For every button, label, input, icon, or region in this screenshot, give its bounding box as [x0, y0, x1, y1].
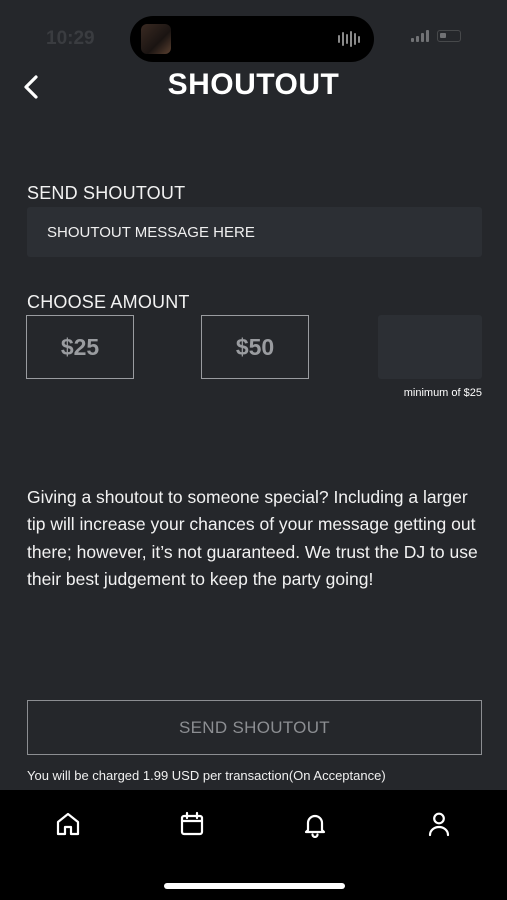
amount-option-50[interactable]: $50 — [201, 315, 309, 379]
tab-profile[interactable] — [419, 804, 459, 844]
send-shoutout-label: SEND SHOUTOUT — [27, 183, 186, 203]
minimum-amount-note: minimum of $25 — [403, 387, 482, 399]
shoutout-message-input[interactable] — [27, 207, 482, 257]
shoutout-description: Giving a shoutout to someone special? In… — [27, 487, 478, 589]
bell-icon — [304, 814, 326, 838]
tab-home[interactable] — [48, 804, 88, 844]
battery-icon — [437, 30, 461, 42]
calendar-icon — [180, 811, 204, 836]
user-icon — [428, 812, 450, 837]
send-shoutout-button[interactable]: SEND SHOUTOUT — [27, 700, 482, 755]
tab-notifications[interactable] — [295, 804, 335, 844]
custom-amount-input[interactable] — [378, 315, 482, 379]
amount-option-25[interactable]: $25 — [26, 315, 134, 379]
dynamic-island — [130, 16, 374, 62]
charge-note: You will be charged 1.99 USD per transac… — [27, 768, 386, 783]
tab-calendar[interactable] — [172, 804, 212, 844]
home-icon — [56, 812, 80, 836]
audio-waveform-icon — [338, 31, 360, 47]
page-title: SHOUTOUT — [167, 68, 340, 101]
choose-amount-label: CHOOSE AMOUNT — [27, 292, 190, 312]
now-playing-artwork — [141, 24, 171, 54]
status-indicators — [411, 30, 461, 42]
signal-icon — [411, 30, 429, 42]
home-indicator[interactable] — [164, 883, 345, 889]
status-time: 10:29 — [46, 28, 95, 49]
tab-bar — [0, 790, 507, 900]
